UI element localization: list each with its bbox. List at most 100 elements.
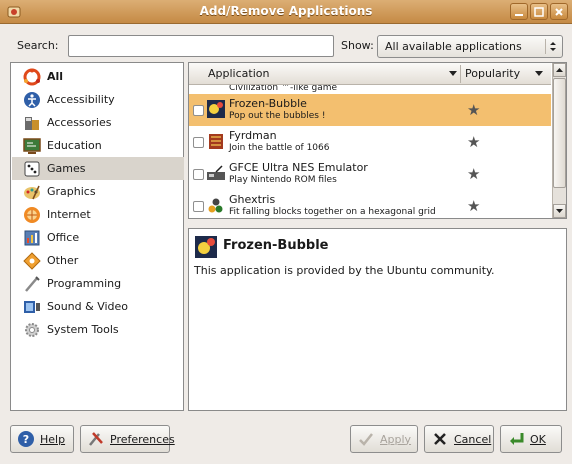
search-input[interactable] (68, 35, 334, 57)
frozen-bubble-icon (195, 236, 217, 258)
list-scrollbar[interactable] (552, 63, 566, 218)
updown-arrows-icon (550, 42, 556, 51)
category-label: System Tools (47, 323, 119, 336)
help-label: Help (40, 432, 66, 446)
install-checkbox[interactable] (193, 137, 204, 148)
popularity-star-icon: ★ (467, 101, 481, 119)
sort-arrow-icon[interactable] (449, 71, 457, 77)
games-icon (24, 161, 40, 176)
category-list[interactable]: All Accessibility Accessories Education … (10, 62, 184, 411)
category-accessories[interactable]: Accessories (12, 111, 184, 134)
minimize-button[interactable] (510, 3, 528, 20)
app-desc: Join the battle of 1066 (229, 143, 330, 153)
scroll-thumb[interactable] (553, 78, 566, 188)
all-icon (23, 68, 41, 85)
ok-icon (510, 433, 524, 445)
list-item-gfce[interactable]: GFCE Ultra NES Emulator Play Nintendo RO… (189, 158, 551, 190)
column-popularity[interactable]: Popularity (465, 67, 520, 80)
application-details: Frozen-Bubble This application is provid… (188, 228, 567, 411)
install-checkbox[interactable] (193, 105, 204, 116)
scroll-up-button[interactable] (553, 63, 566, 77)
apply-label: Apply (380, 432, 412, 446)
category-label: Other (47, 254, 79, 267)
svg-text:?: ? (23, 433, 29, 446)
sound-video-icon (24, 300, 40, 313)
category-label: Games (47, 162, 86, 175)
minimize-icon (515, 13, 523, 16)
scroll-down-button[interactable] (553, 204, 566, 218)
search-label: Search: (17, 39, 59, 52)
show-label: Show: (341, 39, 374, 52)
title-bar: Add/Remove Applications (0, 0, 572, 24)
arrow-down-icon (556, 209, 563, 213)
frozen-bubble-icon (207, 100, 225, 118)
list-item-frozen-bubble[interactable]: Frozen-Bubble Pop out the bubbles ! ★ (189, 94, 551, 126)
category-label: Internet (47, 208, 91, 221)
app-name: Ghextris (229, 193, 276, 206)
system-tools-icon (25, 322, 39, 337)
education-icon (23, 137, 41, 154)
detail-title: Frozen-Bubble (223, 238, 329, 253)
office-icon (24, 230, 40, 245)
cancel-icon (434, 433, 446, 445)
help-button[interactable]: ? Help (10, 425, 74, 453)
show-filter-value: All available applications (385, 40, 522, 53)
accessories-icon (25, 116, 39, 130)
show-filter-select[interactable]: All available applications (377, 35, 563, 58)
column-header: Application Popularity (189, 63, 551, 85)
apply-button[interactable]: Apply (350, 425, 418, 453)
close-icon (555, 7, 563, 16)
preferences-icon (89, 432, 103, 446)
category-education[interactable]: Education (12, 134, 184, 157)
internet-icon (24, 206, 40, 223)
window-title: Add/Remove Applications (199, 4, 373, 18)
maximize-button[interactable] (530, 3, 548, 20)
cancel-button[interactable]: Cancel (424, 425, 494, 453)
category-label: Office (47, 231, 80, 244)
category-accessibility[interactable]: Accessibility (12, 88, 184, 111)
category-system-tools[interactable]: System Tools (12, 318, 184, 341)
app-name: GFCE Ultra NES Emulator (229, 161, 368, 174)
category-games[interactable]: Games (12, 157, 184, 180)
close-button[interactable] (550, 3, 568, 20)
preferences-button[interactable]: Preferences (80, 425, 175, 453)
help-icon: ? (18, 431, 34, 447)
graphics-icon (24, 185, 40, 199)
fyrdman-icon (209, 134, 223, 149)
category-label: Accessibility (47, 93, 115, 106)
category-office[interactable]: Office (12, 226, 184, 249)
app-desc: Play Nintendo ROM files (229, 175, 337, 185)
category-sound-video[interactable]: Sound & Video (12, 295, 184, 318)
ghextris-icon (208, 198, 223, 213)
popularity-star-icon: ★ (467, 133, 481, 151)
app-name: Fyrdman (229, 129, 277, 142)
install-checkbox[interactable] (193, 169, 204, 180)
arrow-up-icon (556, 68, 563, 72)
ok-label: OK (530, 432, 546, 446)
preferences-label: Preferences (110, 432, 175, 446)
category-label: Sound & Video (47, 300, 129, 313)
category-internet[interactable]: Internet (12, 203, 184, 226)
ok-button[interactable]: OK (500, 425, 562, 453)
sort-arrow-icon[interactable] (535, 71, 543, 77)
category-all[interactable]: All (12, 65, 184, 88)
category-label: Accessories (47, 116, 112, 129)
column-application[interactable]: Application (208, 67, 269, 80)
nes-emulator-icon (207, 165, 225, 180)
application-list[interactable]: Application Popularity Civilization ™-li… (188, 62, 567, 219)
accessibility-icon (24, 91, 40, 108)
other-icon (23, 251, 41, 270)
install-checkbox[interactable] (193, 201, 204, 212)
category-graphics[interactable]: Graphics (12, 180, 184, 203)
category-label: Graphics (47, 185, 96, 198)
category-label: All (47, 70, 64, 83)
popularity-star-icon: ★ (467, 165, 481, 183)
category-other[interactable]: Other (12, 249, 184, 272)
cancel-label: Cancel (454, 432, 492, 446)
apply-check-icon (359, 433, 373, 446)
list-item-fyrdman[interactable]: Fyrdman Join the battle of 1066 ★ (189, 126, 551, 158)
category-programming[interactable]: Programming (12, 272, 184, 295)
maximize-icon (534, 6, 544, 17)
app-name: Frozen-Bubble (229, 97, 307, 110)
list-item-ghextris[interactable]: Ghextris Fit falling blocks together on … (189, 190, 551, 218)
